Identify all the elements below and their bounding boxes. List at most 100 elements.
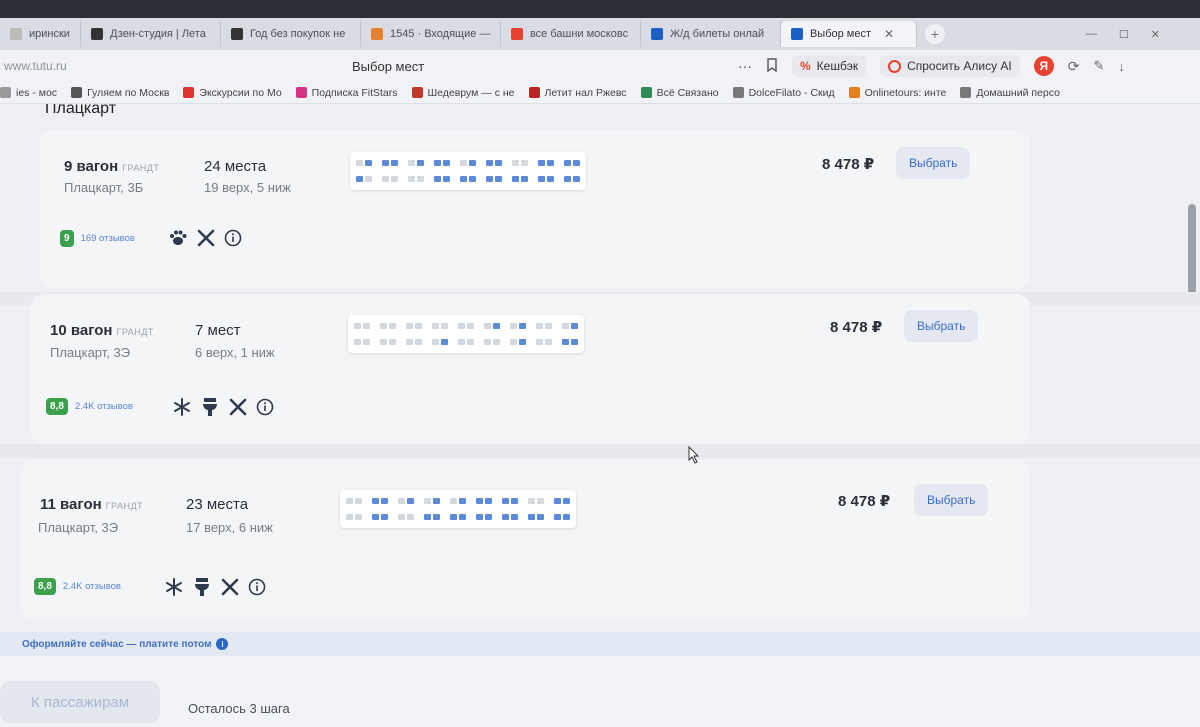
seat-free[interactable] [476,498,483,504]
seat-free[interactable] [434,176,441,182]
seat-map[interactable] [340,490,576,528]
bookmark-item[interactable]: Гуляем по Москв [71,87,169,99]
rating[interactable]: 9 169 отзывов [60,230,135,247]
rating[interactable]: 8,8 2.4K отзывов [34,578,121,595]
wagon-card[interactable]: 10 вагон ГРАНДТ Плацкарт, 3Э 7 мест 6 вер… [30,294,1030,444]
choose-button[interactable]: Выбрать [914,484,989,516]
to-passengers-button[interactable]: К пассажирам [0,681,160,723]
seat-free[interactable] [571,323,578,329]
bookmark-item[interactable]: Всё Связано [640,87,719,99]
seat-free[interactable] [502,514,509,520]
bookmark-item[interactable]: DolceFilato - Скид [732,87,835,99]
bookmark-item[interactable]: Домашний персо [960,87,1060,99]
seat-free[interactable] [391,160,398,166]
bookmark-item[interactable]: Onlinetours: инте [848,87,946,99]
seat-free[interactable] [511,514,518,520]
bookmark-item[interactable]: ies - мос [0,87,57,99]
seat-free[interactable] [424,514,431,520]
seat-free[interactable] [476,514,483,520]
seat-free[interactable] [485,514,492,520]
more-icon[interactable]: ··· [738,58,752,74]
seat-free[interactable] [486,176,493,182]
cashback-button[interactable]: % Кешбэк [792,55,867,77]
extensions-icon[interactable]: ⟳ [1068,58,1080,75]
browser-tab[interactable]: Год без покупок не [221,21,361,47]
seat-free[interactable] [573,160,580,166]
seat-free[interactable] [521,176,528,182]
seat-free[interactable] [356,176,363,182]
seat-free[interactable] [469,160,476,166]
download-icon[interactable]: ↓ [1118,59,1125,74]
seat-free[interactable] [417,160,424,166]
seat-free[interactable] [460,176,467,182]
seat-free[interactable] [511,498,518,504]
seat-free[interactable] [433,514,440,520]
close-window-icon[interactable]: ✕ [1151,28,1160,41]
choose-button[interactable]: Выбрать [896,147,971,179]
seat-free[interactable] [469,176,476,182]
seat-free[interactable] [573,176,580,182]
seat-free[interactable] [502,498,509,504]
seat-free[interactable] [459,514,466,520]
info-icon[interactable] [248,578,266,596]
seat-free[interactable] [538,176,545,182]
close-tab-icon[interactable]: ✕ [884,27,894,41]
seat-free[interactable] [381,514,388,520]
bookmark-item[interactable]: Летит нал Ржевс [528,87,627,99]
seat-free[interactable] [382,160,389,166]
bookmark-item[interactable]: Шедеврум — с не [411,87,515,99]
seat-free[interactable] [493,323,500,329]
url-field[interactable]: www.tutu.ru [4,59,67,73]
info-icon[interactable]: i [216,638,229,650]
seat-free[interactable] [495,160,502,166]
chat-icon[interactable]: ✎ [1094,58,1105,74]
browser-tab-active[interactable]: Выбор мест ✕ [780,21,917,47]
seat-free[interactable] [563,498,570,504]
seat-free[interactable] [434,160,441,166]
browser-tab[interactable]: 1545 · Входящие — [361,21,501,47]
seat-free[interactable] [443,176,450,182]
browser-tab[interactable]: ирински [0,21,81,47]
seat-free[interactable] [554,498,561,504]
seat-free[interactable] [519,339,526,345]
wagon-card[interactable]: 9 вагон ГРАНДТ Плацкарт, 3Б 24 места 19 в… [40,130,1030,288]
seat-free[interactable] [547,160,554,166]
seat-free[interactable] [372,514,379,520]
seat-free[interactable] [512,176,519,182]
browser-tab[interactable]: все башни московс [501,21,641,47]
yandex-icon[interactable]: Я [1033,56,1054,76]
reviews-link[interactable]: 2.4K отзывов [75,401,133,412]
new-tab-icon[interactable]: + [924,24,945,44]
bookmark-icon[interactable] [766,57,778,75]
bookmark-item[interactable]: Подписка FitStars [295,87,398,99]
minimize-icon[interactable]: — [1086,28,1097,41]
alice-button[interactable]: Спросить Алису AI [880,55,1020,77]
seat-free[interactable] [372,498,379,504]
seat-free[interactable] [407,498,414,504]
seat-free[interactable] [571,339,578,345]
seat-free[interactable] [562,339,569,345]
info-icon[interactable] [224,229,242,247]
reviews-link[interactable]: 2.4K отзывов [63,581,121,592]
choose-button[interactable]: Выбрать [904,310,979,342]
seat-free[interactable] [519,323,526,329]
seat-free[interactable] [564,176,571,182]
seat-free[interactable] [365,160,372,166]
scrollbar[interactable] [1188,204,1196,294]
seat-free[interactable] [537,514,544,520]
seat-free[interactable] [450,514,457,520]
info-icon[interactable] [256,398,274,416]
seat-free[interactable] [528,514,535,520]
seat-free[interactable] [441,339,448,345]
rating[interactable]: 8,8 2.4K отзывов [46,398,133,415]
seat-free[interactable] [485,498,492,504]
seat-free[interactable] [486,160,493,166]
seat-free[interactable] [381,498,388,504]
reviews-link[interactable]: 169 отзывов [81,233,135,244]
browser-tab[interactable]: Ж/д билеты онлай [641,21,781,47]
seat-free[interactable] [564,160,571,166]
browser-tab[interactable]: Дзен-студия | Лета [81,21,221,47]
seat-free[interactable] [563,514,570,520]
seat-free[interactable] [554,514,561,520]
seat-free[interactable] [443,160,450,166]
